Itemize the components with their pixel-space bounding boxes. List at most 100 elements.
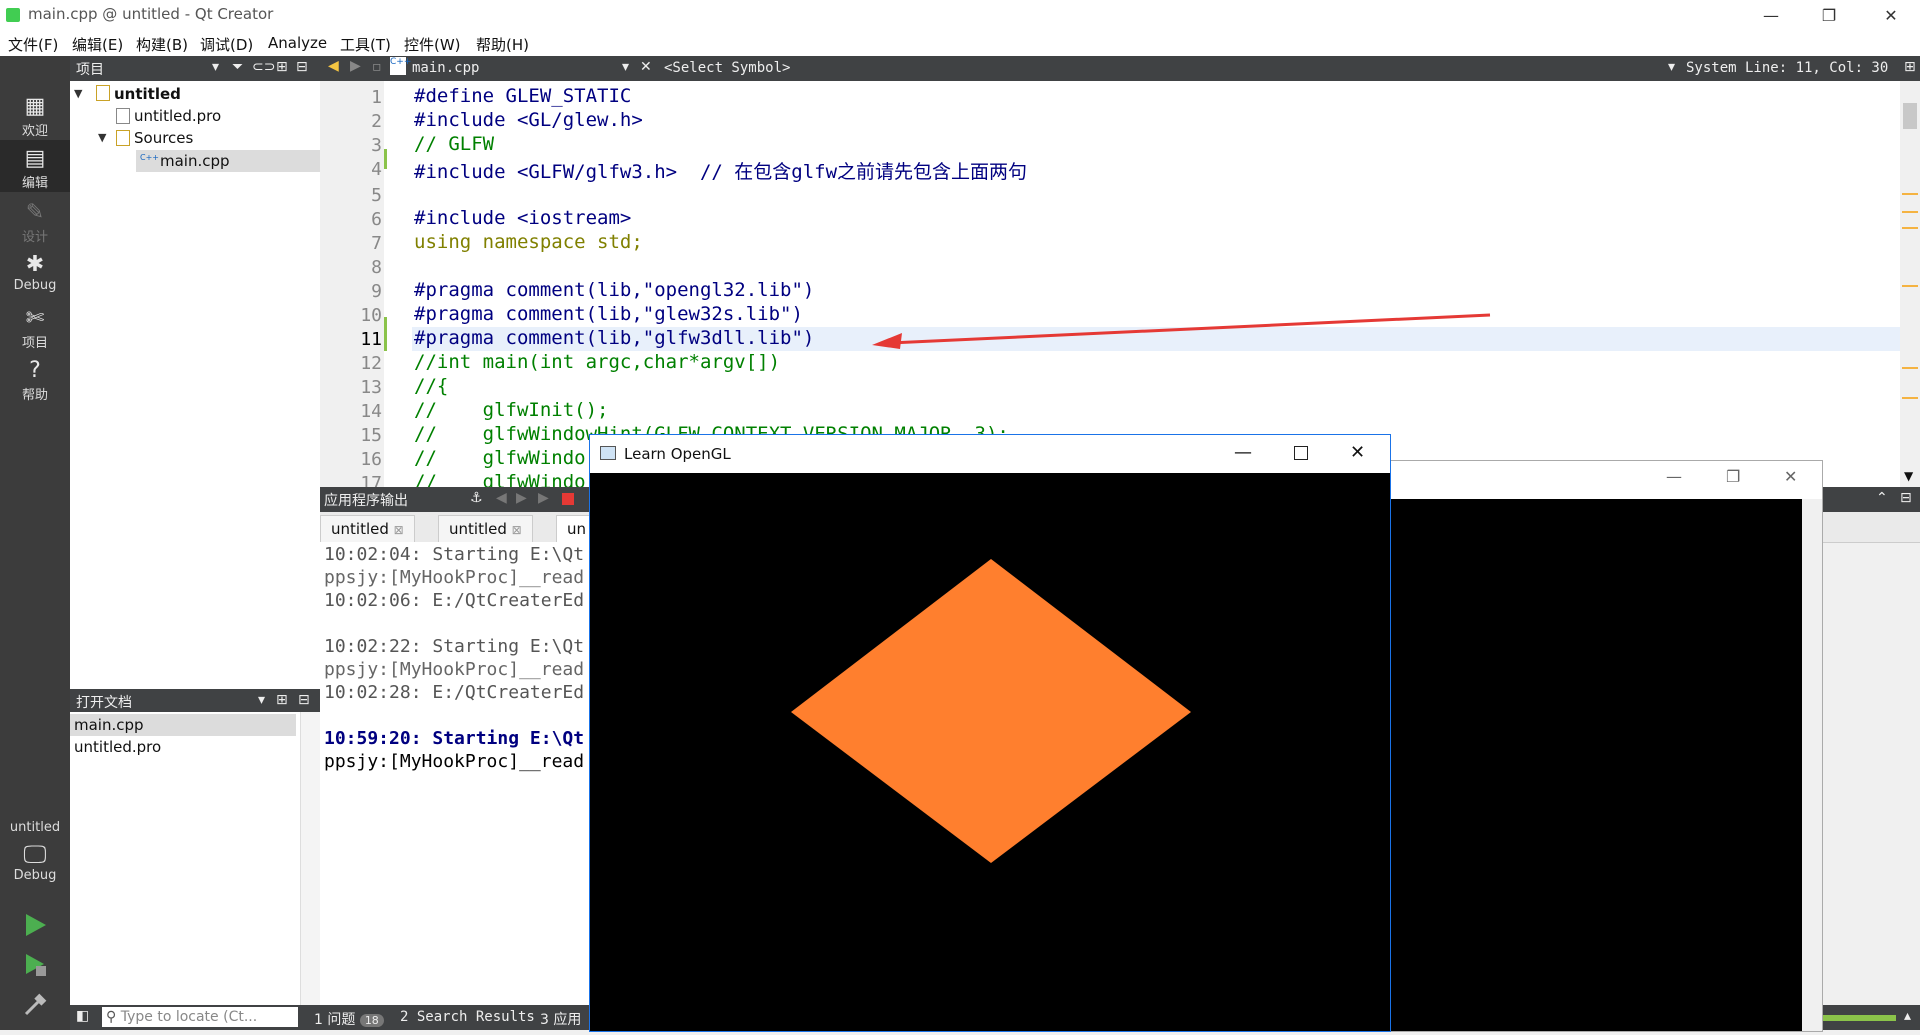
scroll-down-icon[interactable]: ▼ xyxy=(1904,469,1913,483)
maximize-button[interactable] xyxy=(1294,446,1308,460)
docs-dropdown-arrow-icon[interactable]: ▾ xyxy=(258,692,265,708)
split-editor-icon[interactable]: ⊞ xyxy=(1904,59,1916,75)
collapse-arrow-icon[interactable]: ▼ xyxy=(98,131,106,144)
render-surface xyxy=(791,559,1191,863)
mode-selector: ▦ 欢迎 ▤ 编辑 ✎ 设计 ✱ Debug ✄ 项目 ? 帮助 untitle… xyxy=(0,56,70,1030)
cpp-file-icon: C++ xyxy=(140,153,159,162)
issues-tab[interactable]: 1 问题 18 xyxy=(314,1009,384,1029)
sources-folder-icon xyxy=(116,130,130,146)
code-line: #pragma comment(lib,"glfw3dll.lib") xyxy=(414,327,815,349)
restore-button[interactable]: ❐ xyxy=(1726,467,1740,486)
editor-file-name[interactable]: main.cpp xyxy=(412,60,479,76)
collapse-arrow-icon[interactable]: ▼ xyxy=(74,87,82,100)
locator-input[interactable]: ⚲ Type to locate (Ct... xyxy=(102,1007,298,1027)
menu-edit[interactable]: 编辑(E) xyxy=(72,34,123,55)
minimize-button[interactable]: — xyxy=(1742,0,1800,30)
search-results-tab[interactable]: 2 Search Results xyxy=(400,1009,535,1025)
prev-icon[interactable]: ◀ xyxy=(496,490,507,506)
stop-icon[interactable] xyxy=(562,493,574,505)
close-file-icon[interactable]: ✕ xyxy=(640,59,652,75)
output-line: 10:02:28: E:/QtCreaterEd xyxy=(324,682,585,703)
mode-design[interactable]: ✎ 设计 xyxy=(0,194,70,246)
close-button[interactable]: ✕ xyxy=(1784,467,1797,486)
background-window-scrollbar[interactable] xyxy=(1802,499,1822,1031)
run-button[interactable] xyxy=(22,912,48,938)
build-button[interactable] xyxy=(22,992,48,1018)
background-window[interactable]: — ❐ ✕ xyxy=(1335,460,1823,1032)
output-line: 10:02:06: E:/QtCreaterEd xyxy=(324,590,585,611)
tree-item-project[interactable]: untitled xyxy=(114,83,181,105)
close-button[interactable]: ✕ xyxy=(1350,442,1365,463)
app-output-tab[interactable]: 3 应用 xyxy=(540,1009,581,1029)
symbol-selector[interactable]: <Select Symbol> xyxy=(664,60,790,76)
forward-arrow-icon[interactable]: ▶ xyxy=(350,58,361,74)
tab-close-icon[interactable]: ⊠ xyxy=(394,523,404,537)
docs-scrollbar[interactable] xyxy=(300,712,321,1005)
mode-welcome[interactable]: ▦ 欢迎 xyxy=(0,88,70,140)
tree-item-main-cpp[interactable]: main.cpp xyxy=(160,150,230,172)
attach-icon[interactable]: ⚓ xyxy=(470,490,483,506)
annotation-arrow xyxy=(872,313,1491,349)
menu-widgets[interactable]: 控件(W) xyxy=(404,34,461,55)
menu-file[interactable]: 文件(F) xyxy=(8,34,58,55)
folding-margin xyxy=(384,81,392,487)
restore-button[interactable]: ❐ xyxy=(1800,0,1858,30)
line-number: 1 xyxy=(371,87,382,108)
doc-item-untitled-pro[interactable]: untitled.pro xyxy=(74,736,161,758)
next-icon[interactable]: ▶ xyxy=(516,490,527,506)
output-tab-label: untitled xyxy=(449,520,507,538)
menu-help[interactable]: 帮助(H) xyxy=(476,34,529,55)
kit-selector[interactable]: 🖵 Debug xyxy=(0,840,70,896)
scroll-marker xyxy=(1902,211,1918,213)
editor-scrollbar[interactable]: ▼ xyxy=(1900,81,1920,487)
output-line: ppsjy:[MyHookProc]__read xyxy=(324,567,585,588)
debug-run-button[interactable] xyxy=(22,952,48,978)
back-arrow-icon[interactable]: ◀ xyxy=(328,58,339,74)
panel-select-arrow-icon[interactable]: ▾ xyxy=(212,59,219,75)
line-number: 16 xyxy=(360,449,382,470)
window-app-icon xyxy=(600,446,616,460)
code-line: //{ xyxy=(414,375,449,397)
split-icon[interactable]: ⊞ xyxy=(276,692,288,708)
toggle-sidebar-icon[interactable]: ◧ xyxy=(76,1008,89,1024)
link-icon[interactable]: ⊂⊃ xyxy=(252,59,275,75)
close-pane-icon[interactable]: ⊟ xyxy=(1900,490,1912,506)
up-arrow-icon[interactable]: ▴ xyxy=(1904,1008,1911,1024)
minimize-button[interactable]: — xyxy=(1234,442,1252,463)
menu-tools[interactable]: 工具(T) xyxy=(340,34,391,55)
mode-edit[interactable]: ▤ 编辑 xyxy=(0,140,70,192)
code-editor[interactable]: 1 2 3 4 5 6 7 8 9 10 11 12 13 14 15 16 1… xyxy=(320,81,1900,487)
close-panel-icon[interactable]: ⊟ xyxy=(298,692,310,708)
doc-item-main-cpp[interactable]: main.cpp xyxy=(74,714,144,736)
tab-close-icon[interactable]: ⊠ xyxy=(512,523,522,537)
split-icon[interactable]: ⊞ xyxy=(276,59,288,75)
open-documents-list: main.cpp untitled.pro xyxy=(70,712,321,1005)
mode-debug[interactable]: ✱ Debug xyxy=(0,246,70,298)
code-line: // GLFW xyxy=(414,133,495,155)
line-number: 3 xyxy=(371,135,382,156)
menu-debug[interactable]: 调试(D) xyxy=(200,34,253,55)
symbol-dropdown-arrow-icon[interactable]: ▾ xyxy=(1668,59,1675,75)
tree-item-sources[interactable]: Sources xyxy=(134,127,193,149)
line-number: 8 xyxy=(371,257,382,278)
close-button[interactable]: ✕ xyxy=(1862,0,1920,30)
mode-label: 帮助 xyxy=(21,388,48,403)
scroll-marker xyxy=(1902,367,1918,369)
opengl-window[interactable]: Learn OpenGL — ✕ xyxy=(589,434,1391,1032)
close-panel-icon[interactable]: ⊟ xyxy=(296,59,308,75)
code-line: #pragma comment(lib,"glew32s.lib") xyxy=(414,303,803,325)
mode-projects[interactable]: ✄ 项目 xyxy=(0,300,70,352)
menu-analyze[interactable]: Analyze xyxy=(268,34,327,52)
run-icon[interactable]: ▶ xyxy=(538,490,549,506)
line-number: 6 xyxy=(371,209,382,230)
file-dropdown-arrow-icon[interactable]: ▾ xyxy=(622,59,629,75)
menu-build[interactable]: 构建(B) xyxy=(136,34,188,55)
minimize-button[interactable]: — xyxy=(1666,467,1682,486)
maximize-pane-icon[interactable]: ⌃ xyxy=(1876,490,1888,506)
output-tab[interactable]: untitled ⊠ xyxy=(320,515,415,542)
tree-item-pro[interactable]: untitled.pro xyxy=(134,105,221,127)
scroll-thumb[interactable] xyxy=(1903,103,1917,129)
output-tab[interactable]: untitled ⊠ xyxy=(438,515,533,542)
mode-help[interactable]: ? 帮助 xyxy=(0,352,70,404)
filter-icon[interactable]: ⏷ xyxy=(232,59,243,75)
